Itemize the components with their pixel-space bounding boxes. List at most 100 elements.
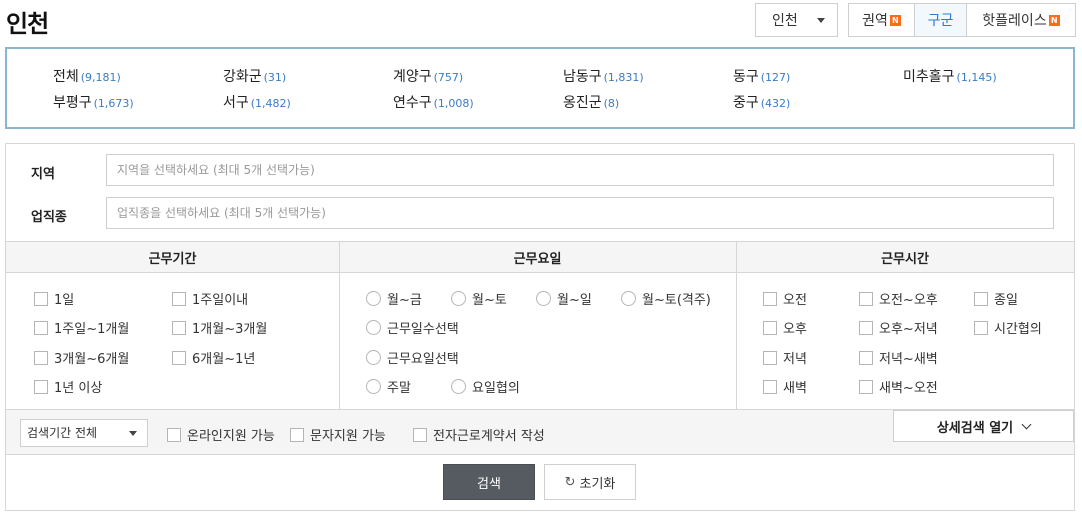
option-label: 1년 이상: [54, 381, 103, 396]
option-label: 저녁~새벽: [879, 352, 938, 367]
tab-district[interactable]: 구군: [915, 4, 967, 36]
period-option[interactable]: 1개월~3개월: [172, 318, 267, 337]
option-label: 주말: [387, 381, 411, 396]
divider: [339, 241, 340, 409]
search-period-select[interactable]: 검색기간 전체: [20, 419, 148, 447]
checkbox[interactable]: [859, 291, 873, 306]
tab-district-label: 구군: [927, 13, 954, 29]
checkbox[interactable]: [859, 320, 873, 335]
district-item[interactable]: 남동구 (1,831): [563, 66, 644, 86]
search-button[interactable]: 검색: [443, 464, 535, 500]
district-name: 미추홀구: [903, 69, 955, 85]
district-item[interactable]: 중구 (432): [733, 92, 790, 112]
checkbox[interactable]: [974, 320, 988, 335]
district-item[interactable]: 부평구 (1,673): [53, 92, 134, 112]
city-select-value: 인천: [772, 13, 798, 29]
city-select[interactable]: 인천: [755, 3, 838, 37]
hours-option[interactable]: 오전~오후: [859, 289, 938, 308]
region-input[interactable]: 지역을 선택하세요 (최대 5개 선택가능): [106, 154, 1054, 186]
checkbox[interactable]: [172, 350, 186, 365]
checkbox[interactable]: [34, 320, 48, 335]
radio[interactable]: [366, 379, 381, 394]
district-item[interactable]: 서구 (1,482): [223, 92, 291, 112]
option-label: 전자근로계약서 작성: [433, 429, 545, 444]
reset-button[interactable]: ↻ 초기화: [544, 464, 636, 500]
tab-hotplace-label: 핫플레이스: [982, 13, 1047, 29]
hours-option[interactable]: 저녁~새벽: [859, 348, 938, 367]
radio[interactable]: [366, 350, 381, 365]
period-option[interactable]: 1주일이내: [172, 289, 248, 308]
district-item[interactable]: 계양구 (757): [393, 66, 463, 86]
hours-option[interactable]: 저녁: [763, 348, 807, 367]
checkbox[interactable]: [34, 291, 48, 306]
district-name: 남동구: [563, 69, 602, 85]
checkbox[interactable]: [763, 350, 777, 365]
checkbox[interactable]: [34, 379, 48, 394]
district-item[interactable]: 전체 (9,181): [53, 66, 121, 86]
period-option[interactable]: 1일: [34, 289, 74, 308]
search-filter-panel: 지역 지역을 선택하세요 (최대 5개 선택가능) 업직종 업직종을 선택하세요…: [5, 143, 1075, 511]
days-option[interactable]: 주말: [366, 377, 411, 396]
district-item[interactable]: 미추홀구 (1,145): [903, 66, 997, 86]
checkbox[interactable]: [974, 291, 988, 306]
option-label: 월~일: [557, 293, 592, 308]
sms-apply-option[interactable]: 문자지원 가능: [290, 425, 386, 444]
checkbox[interactable]: [172, 320, 186, 335]
option-label: 온라인지원 가능: [187, 429, 275, 444]
period-option[interactable]: 1주일~1개월: [34, 318, 129, 337]
radio[interactable]: [366, 291, 381, 306]
hours-option[interactable]: 새벽: [763, 377, 807, 396]
hours-option[interactable]: 새벽~오전: [859, 377, 938, 396]
option-label: 오전: [783, 293, 807, 308]
option-label: 3개월~6개월: [54, 352, 130, 367]
option-label: 시간협의: [994, 322, 1042, 337]
period-option[interactable]: 1년 이상: [34, 377, 102, 396]
option-label: 종일: [994, 293, 1018, 308]
job-input[interactable]: 업직종을 선택하세요 (최대 5개 선택가능): [106, 197, 1054, 229]
hours-option[interactable]: 시간협의: [974, 318, 1042, 337]
district-item[interactable]: 옹진군 (8): [563, 92, 619, 112]
district-name: 부평구: [53, 95, 92, 111]
checkbox[interactable]: [763, 320, 777, 335]
district-item[interactable]: 연수구 (1,008): [393, 92, 474, 112]
checkbox[interactable]: [290, 427, 304, 442]
days-option[interactable]: 월~토(격주): [621, 289, 711, 308]
checkbox[interactable]: [763, 291, 777, 306]
tab-region[interactable]: 권역 N: [849, 4, 915, 36]
radio[interactable]: [621, 291, 636, 306]
hours-option[interactable]: 종일: [974, 289, 1018, 308]
days-option[interactable]: 요일협의: [451, 377, 520, 396]
radio[interactable]: [536, 291, 551, 306]
checkbox[interactable]: [172, 291, 186, 306]
checkbox[interactable]: [413, 427, 427, 442]
days-option[interactable]: 근무요일선택: [366, 348, 459, 367]
hours-option[interactable]: 오전: [763, 289, 807, 308]
district-name: 옹진군: [563, 95, 602, 111]
new-badge-icon: N: [889, 14, 901, 26]
days-option[interactable]: 월~토: [451, 289, 507, 308]
checkbox[interactable]: [859, 379, 873, 394]
district-item[interactable]: 강화군 (31): [223, 66, 286, 86]
checkbox[interactable]: [859, 350, 873, 365]
checkbox[interactable]: [167, 427, 181, 442]
checkbox[interactable]: [34, 350, 48, 365]
days-option[interactable]: 월~일: [536, 289, 592, 308]
hours-option[interactable]: 오후~저녁: [859, 318, 938, 337]
days-option[interactable]: 근무일수선택: [366, 318, 459, 337]
district-item[interactable]: 동구 (127): [733, 66, 790, 86]
hours-option[interactable]: 오후: [763, 318, 807, 337]
detail-search-button[interactable]: 상세검색 열기: [893, 410, 1074, 442]
period-option[interactable]: 3개월~6개월: [34, 348, 129, 367]
tab-hotplace[interactable]: 핫플레이스 N: [967, 4, 1075, 36]
radio[interactable]: [451, 379, 466, 394]
online-apply-option[interactable]: 온라인지원 가능: [167, 425, 275, 444]
district-name: 강화군: [223, 69, 262, 85]
period-option[interactable]: 6개월~1년: [172, 348, 255, 367]
radio[interactable]: [451, 291, 466, 306]
radio[interactable]: [366, 320, 381, 335]
e-contract-option[interactable]: 전자근로계약서 작성: [413, 425, 545, 444]
days-section-title: 근무요일: [339, 241, 736, 273]
days-option[interactable]: 월~금: [366, 289, 422, 308]
checkbox[interactable]: [763, 379, 777, 394]
job-label: 업직종: [31, 210, 67, 225]
